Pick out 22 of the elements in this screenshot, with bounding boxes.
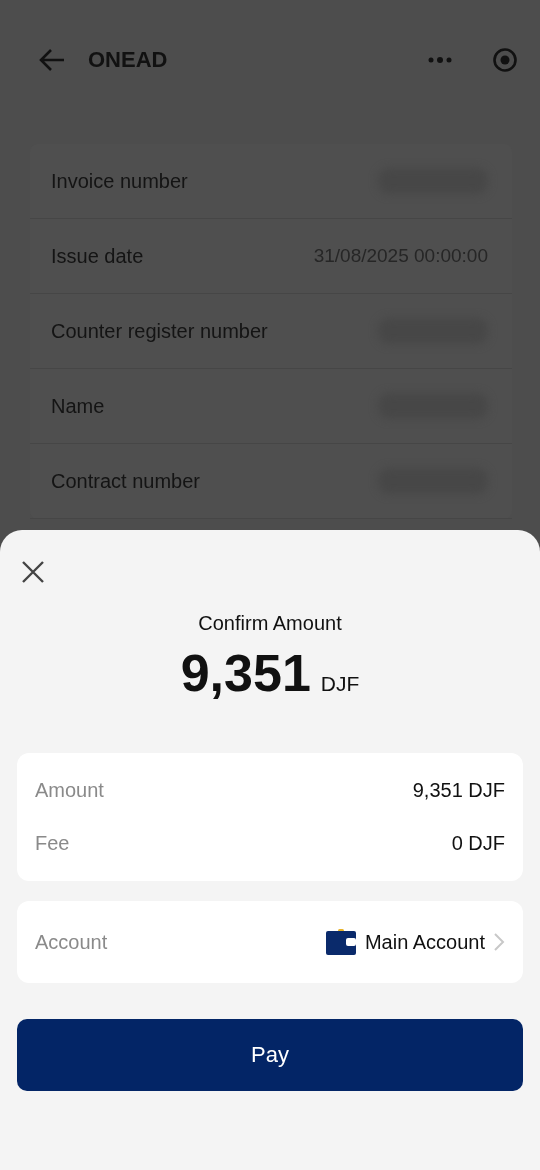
summary-value: 0 DJF	[451, 832, 505, 855]
account-selector[interactable]: Main Account	[324, 928, 505, 956]
summary-value: 9,351 DJF	[412, 779, 505, 802]
detail-label: Invoice number	[51, 169, 188, 193]
amount-value: 9,351	[180, 643, 311, 703]
chevron-icon	[493, 932, 505, 952]
close-icon[interactable]	[21, 560, 45, 584]
detail-label: Name	[51, 394, 105, 418]
sheet-title: Confirm Amount	[197, 612, 343, 635]
detail-label: Counter register number	[51, 319, 268, 343]
summary-label: Fee	[35, 832, 70, 855]
summary-label: Amount	[35, 779, 104, 802]
more-icon[interactable]	[428, 56, 452, 64]
back-icon[interactable]	[38, 48, 66, 72]
detail-label: Contract number	[51, 469, 200, 493]
account-label: Account	[35, 930, 108, 954]
page-title: ONEAD	[88, 47, 169, 73]
detail-label: Issue date	[51, 244, 144, 268]
target-icon[interactable]	[492, 47, 518, 73]
pay-button[interactable]: Pay	[17, 1019, 523, 1091]
currency-label: DJF	[320, 672, 360, 696]
wallet-icon	[324, 928, 357, 956]
